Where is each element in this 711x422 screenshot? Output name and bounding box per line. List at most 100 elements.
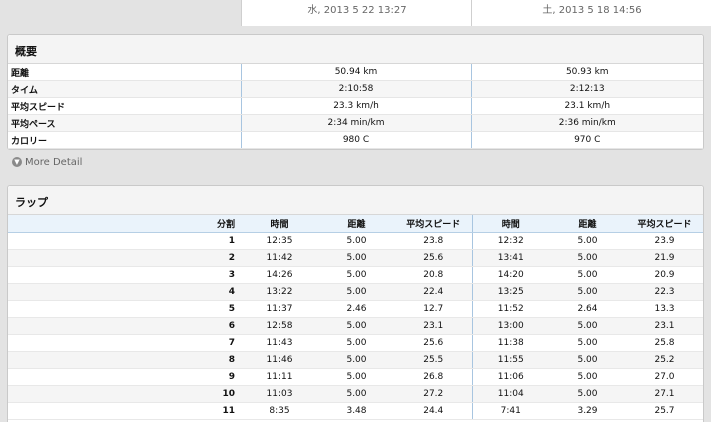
- lap-speed-2: 23.1: [626, 317, 703, 335]
- chevron-down-icon: ▼: [12, 157, 22, 167]
- lap-speed-1: 23.1: [395, 317, 472, 335]
- lap-speed-2: 22.3: [626, 283, 703, 301]
- lap-speed-1: 25.6: [395, 249, 472, 267]
- lap-speed-1: 25.6: [395, 334, 472, 352]
- lap-speed-2: 23.9: [626, 232, 703, 250]
- lap-time-1: 14:26: [241, 266, 318, 284]
- lap-speed-2: 25.7: [626, 402, 703, 420]
- lap-speed-1: 22.4: [395, 283, 472, 301]
- summary-row: 平均スピード 23.3 km/h 23.1 km/h: [8, 97, 703, 115]
- lap-speed-2: 25.8: [626, 334, 703, 352]
- summary-panel: 概要 距離 50.94 km 50.93 km タイム 2:10:58 2:12:13 平均…: [7, 34, 704, 150]
- summary-value-2: 2:12:13: [470, 80, 703, 98]
- summary-value-1: 50.94 km: [240, 64, 471, 81]
- col-header-distance-2: 距離: [549, 215, 626, 233]
- lap-time-1: 8:35: [241, 402, 318, 420]
- lap-distance-1: 5.00: [318, 232, 395, 250]
- more-detail-label: More Detail: [25, 157, 83, 168]
- col-header-speed-2: 平均スピード: [626, 215, 703, 233]
- lap-time-2: 14:20: [471, 266, 549, 284]
- lap-time-2: 12:32: [471, 232, 549, 250]
- lap-number: 2: [8, 249, 241, 267]
- lap-speed-1: 24.4: [395, 402, 472, 420]
- lap-time-1: 12:58: [241, 317, 318, 335]
- lap-row: 9 11:11 5.00 26.8 11:06 5.00 27.0: [8, 368, 703, 386]
- lap-time-2: 13:41: [471, 249, 549, 267]
- lap-time-2: 11:04: [471, 385, 549, 403]
- lap-speed-1: 25.5: [395, 351, 472, 369]
- lap-number: 6: [8, 317, 241, 335]
- lap-distance-1: 5.00: [318, 368, 395, 386]
- lap-distance-2: 5.00: [549, 249, 626, 267]
- lap-row: 11 8:35 3.48 24.4 7:41 3.29 25.7: [8, 402, 703, 420]
- lap-row: 6 12:58 5.00 23.1 13:00 5.00 23.1: [8, 317, 703, 335]
- summary-label: 平均スピード: [8, 97, 241, 115]
- lap-row: 1 12:35 5.00 23.8 12:32 5.00 23.9: [8, 232, 703, 250]
- lap-time-1: 11:03: [241, 385, 318, 403]
- activity-date-2: 土, 2013 5 18 14:56: [471, 0, 711, 26]
- lap-speed-2: 13.3: [626, 300, 703, 318]
- more-detail-toggle[interactable]: ▼ More Detail: [12, 156, 82, 170]
- summary-table: 距離 50.94 km 50.93 km タイム 2:10:58 2:12:13 平均スピー…: [8, 64, 703, 149]
- lap-speed-2: 21.9: [626, 249, 703, 267]
- lap-time-2: 11:38: [471, 334, 549, 352]
- lap-distance-2: 5.00: [549, 385, 626, 403]
- lap-speed-1: 23.8: [395, 232, 472, 250]
- summary-value-1: 2:10:58: [240, 80, 471, 98]
- summary-label: 距離: [8, 64, 241, 81]
- lap-time-2: 13:00: [471, 317, 549, 335]
- lap-time-1: 12:35: [241, 232, 318, 250]
- lap-time-2: 11:55: [471, 351, 549, 369]
- lap-row: 7 11:43 5.00 25.6 11:38 5.00 25.8: [8, 334, 703, 352]
- lap-time-2: 13:25: [471, 283, 549, 301]
- summary-value-2: 2:36 min/km: [470, 114, 703, 132]
- lap-distance-2: 5.00: [549, 368, 626, 386]
- comparison-header: 水, 2013 5 22 13:27 土, 2013 5 18 14:56: [0, 0, 711, 26]
- lap-speed-1: 27.2: [395, 385, 472, 403]
- lap-distance-2: 5.00: [549, 334, 626, 352]
- summary-value-1: 23.3 km/h: [240, 97, 471, 115]
- lap-distance-2: 2.64: [549, 300, 626, 318]
- summary-value-1: 2:34 min/km: [240, 114, 471, 132]
- lap-speed-2: 25.2: [626, 351, 703, 369]
- summary-label: タイム: [8, 80, 241, 98]
- laps-header: ラップ: [8, 186, 703, 215]
- laps-table: 分割 時間 距離 平均スピード 時間 距離 平均スピード 1 12:35 5.00 2…: [8, 215, 703, 420]
- lap-speed-1: 20.8: [395, 266, 472, 284]
- lap-distance-2: 5.00: [549, 232, 626, 250]
- lap-distance-1: 5.00: [318, 249, 395, 267]
- lap-number: 3: [8, 266, 241, 284]
- lap-speed-1: 12.7: [395, 300, 472, 318]
- summary-row: タイム 2:10:58 2:12:13: [8, 80, 703, 98]
- summary-value-2: 970 C: [470, 131, 703, 149]
- lap-speed-2: 27.1: [626, 385, 703, 403]
- lap-time-1: 11:46: [241, 351, 318, 369]
- summary-title: 概要: [15, 45, 37, 58]
- lap-distance-2: 5.00: [549, 266, 626, 284]
- lap-time-1: 11:42: [241, 249, 318, 267]
- lap-time-1: 13:22: [241, 283, 318, 301]
- laps-title: ラップ: [15, 196, 48, 209]
- summary-row: 距離 50.94 km 50.93 km: [8, 64, 703, 81]
- summary-label: カロリー: [8, 131, 241, 149]
- lap-row: 10 11:03 5.00 27.2 11:04 5.00 27.1: [8, 385, 703, 403]
- col-header-lap: 分割: [8, 215, 241, 233]
- summary-value-1: 980 C: [240, 131, 471, 149]
- col-header-distance-1: 距離: [318, 215, 395, 233]
- lap-speed-1: 26.8: [395, 368, 472, 386]
- lap-distance-2: 5.00: [549, 283, 626, 301]
- summary-row: 平均ペース 2:34 min/km 2:36 min/km: [8, 114, 703, 132]
- lap-number: 5: [8, 300, 241, 318]
- lap-distance-1: 5.00: [318, 385, 395, 403]
- laps-panel: ラップ 分割 時間 距離 平均スピード 時間 距離 平均スピード 1 12:35 5…: [7, 185, 704, 422]
- col-header-time-1: 時間: [241, 215, 318, 233]
- lap-speed-2: 20.9: [626, 266, 703, 284]
- lap-time-1: 11:37: [241, 300, 318, 318]
- summary-header: 概要: [8, 35, 703, 64]
- laps-header-row: 分割 時間 距離 平均スピード 時間 距離 平均スピード: [8, 215, 703, 233]
- summary-value-2: 50.93 km: [470, 64, 703, 81]
- lap-speed-2: 27.0: [626, 368, 703, 386]
- lap-number: 1: [8, 232, 241, 250]
- lap-distance-2: 5.00: [549, 317, 626, 335]
- col-header-speed-1: 平均スピード: [395, 215, 472, 233]
